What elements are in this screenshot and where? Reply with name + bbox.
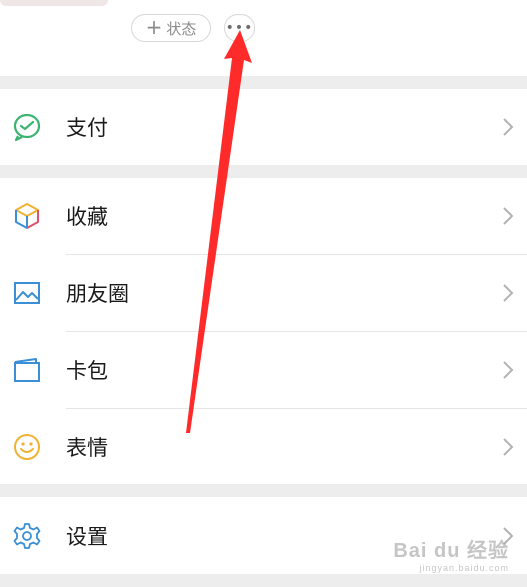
smiley-icon bbox=[14, 434, 40, 460]
chevron-right-icon bbox=[503, 361, 514, 379]
gear-icon bbox=[13, 522, 41, 549]
card-wallet-icon bbox=[14, 358, 40, 382]
menu-item-moments[interactable]: 朋友圈 bbox=[0, 255, 527, 331]
watermark-logo: Bai du 经验 bbox=[393, 540, 509, 562]
pay-icon bbox=[13, 113, 41, 142]
menu-group-pay: 支付 bbox=[0, 89, 527, 165]
cube-icon bbox=[15, 203, 39, 229]
more-dots-icon: ••• bbox=[225, 20, 254, 36]
add-status-button[interactable]: + 状态 bbox=[131, 14, 211, 42]
profile-header: + 状态 ••• bbox=[0, 0, 527, 76]
plus-icon: + bbox=[145, 15, 163, 39]
menu-item-label: 卡包 bbox=[66, 359, 108, 383]
menu-group-main: 收藏 朋友圈 卡包 表情 bbox=[0, 178, 527, 484]
chevron-right-icon bbox=[503, 118, 514, 136]
avatar[interactable] bbox=[0, 0, 108, 6]
menu-item-favorites[interactable]: 收藏 bbox=[0, 178, 527, 254]
chevron-right-icon bbox=[503, 284, 514, 302]
picture-icon bbox=[14, 282, 40, 304]
chevron-right-icon bbox=[503, 438, 514, 456]
more-button[interactable]: ••• bbox=[224, 14, 255, 42]
menu-item-cards[interactable]: 卡包 bbox=[0, 332, 527, 408]
menu-item-pay[interactable]: 支付 bbox=[0, 89, 527, 165]
menu-item-label: 设置 bbox=[66, 524, 108, 549]
chevron-right-icon bbox=[503, 207, 514, 225]
watermark-url: jingyan.baidu.com bbox=[419, 563, 509, 573]
menu-item-label: 支付 bbox=[66, 116, 108, 140]
watermark: Bai du 经验 jingyan.baidu.com bbox=[393, 534, 509, 573]
menu-item-label: 表情 bbox=[66, 436, 108, 460]
menu-item-label: 收藏 bbox=[66, 205, 108, 229]
menu-item-label: 朋友圈 bbox=[66, 282, 129, 306]
status-button-label: 状态 bbox=[166, 19, 197, 38]
menu-item-stickers[interactable]: 表情 bbox=[0, 409, 527, 485]
